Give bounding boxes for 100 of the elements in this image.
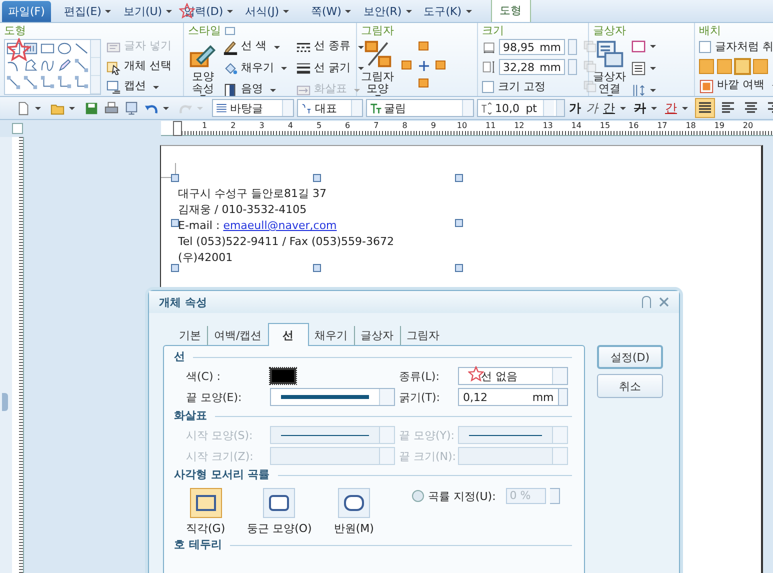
dialog-tab[interactable]: 기본 — [173, 326, 207, 345]
selection-handle[interactable] — [455, 219, 463, 227]
wrap-option-icon[interactable] — [717, 58, 732, 74]
new-document-icon[interactable] — [16, 100, 31, 116]
ribbon-button[interactable]: 캡션 — [124, 79, 146, 95]
connector-icon[interactable] — [6, 75, 21, 90]
menu-item[interactable]: 보기(U) — [122, 2, 178, 20]
corner-option-button[interactable] — [190, 488, 222, 518]
wrap-option-icon[interactable] — [699, 58, 714, 74]
menu-item[interactable]: 도구(K) — [422, 2, 476, 20]
dropdown[interactable]: 바탕글 — [212, 99, 294, 117]
menu-item[interactable]: 파일(F) — [2, 0, 51, 22]
ribbon-button[interactable]: 글상자 — [593, 71, 626, 83]
connector-icon[interactable] — [74, 58, 89, 73]
font-color-button[interactable]: 간 — [664, 100, 678, 116]
dialog-button[interactable]: 취소 — [597, 374, 663, 398]
ribbon-button[interactable]: 그림자 — [361, 71, 394, 83]
justify-align-button[interactable] — [695, 98, 715, 118]
text-lines-icon[interactable] — [631, 61, 646, 76]
ribbon-button[interactable]: 채우기 — [241, 60, 274, 76]
ribbon-tab[interactable]: 도형 — [490, 0, 530, 22]
selection-handle[interactable] — [455, 264, 463, 272]
number-field[interactable]: 0,12 mm — [458, 388, 559, 406]
caret-icon — [281, 67, 287, 70]
save-icon[interactable] — [84, 100, 99, 116]
field-label: 종류(L): — [399, 368, 440, 384]
border-icon[interactable] — [631, 39, 646, 54]
color-swatch[interactable] — [270, 368, 296, 384]
curve-icon[interactable] — [40, 58, 55, 73]
elbow-connector-icon[interactable] — [40, 75, 55, 90]
ribbon-button[interactable]: 개체 선택 — [124, 59, 172, 75]
selection-handle[interactable] — [455, 174, 463, 182]
selection-handle[interactable] — [313, 264, 321, 272]
font-size-field[interactable]: 10,0 pt — [477, 99, 565, 117]
ellipse-icon[interactable] — [57, 41, 72, 56]
selection-handle[interactable] — [171, 219, 179, 227]
ribbon-button[interactable]: 음영 — [241, 82, 263, 96]
ribbon-button[interactable]: 바깥 여백 — [717, 78, 764, 94]
ribbon-button[interactable]: 모양 — [366, 83, 388, 95]
corner-option-button[interactable] — [338, 488, 370, 518]
elbow-connector-icon[interactable] — [74, 75, 89, 90]
wrap-option-icon[interactable] — [753, 58, 768, 74]
dropdown[interactable]: 굴림 — [366, 99, 474, 117]
field-label: 시작 크기(Z): — [186, 448, 254, 464]
bold-button[interactable]: 가 — [568, 100, 582, 116]
dialog-button[interactable]: 설정(D) — [597, 345, 663, 369]
elbow-connector-icon[interactable] — [57, 75, 72, 90]
dropdown[interactable]: 대표 — [297, 99, 363, 117]
menu-item[interactable]: 서식(J) — [244, 2, 294, 20]
monitor-icon[interactable] — [124, 100, 139, 116]
selection-handle[interactable] — [313, 174, 321, 182]
spin-buttons[interactable] — [568, 39, 577, 55]
corner-option-button[interactable] — [263, 488, 296, 518]
ruler-number: 15 — [600, 121, 610, 130]
line-style-dropdown[interactable] — [270, 426, 395, 444]
ribbon-button[interactable]: 선 종류 — [314, 39, 350, 55]
caret-icon — [69, 106, 75, 110]
selection-handle[interactable] — [171, 264, 179, 272]
line-style-dropdown[interactable] — [270, 388, 395, 406]
checkbox[interactable] — [699, 40, 711, 52]
number-field[interactable]: 98,95 mm — [499, 39, 565, 55]
printer-icon[interactable] — [104, 100, 119, 116]
dialog-launcher-icon[interactable] — [225, 26, 235, 34]
italic-button[interactable]: 가 — [585, 100, 599, 116]
menu-item[interactable]: 쪽(W) — [310, 2, 356, 20]
spin-buttons[interactable] — [568, 59, 577, 75]
ribbon-button[interactable]: 선 굵기 — [314, 60, 350, 76]
menu-item[interactable]: 편집(E) — [62, 2, 116, 20]
dialog-tab[interactable]: 채우기 — [308, 326, 354, 345]
ruler-toggle-button[interactable] — [12, 123, 23, 134]
star-icon — [7, 38, 31, 62]
caret-icon — [650, 67, 656, 70]
height-icon — [482, 60, 496, 74]
dialog-tab[interactable]: 선 — [268, 323, 309, 346]
wrap-option-icon[interactable] — [735, 58, 750, 74]
menu-item[interactable]: 보안(R) — [362, 2, 417, 20]
close-icon[interactable] — [659, 297, 669, 307]
spin-buttons[interactable] — [550, 488, 560, 504]
strikethrough-button[interactable]: 가 — [633, 100, 647, 116]
number-field[interactable]: 32,28 mm — [499, 59, 565, 75]
dropdown[interactable]: 선 없음 — [458, 367, 568, 385]
underline-button[interactable]: 간 — [602, 100, 616, 116]
help-icon[interactable] — [642, 296, 651, 308]
side-panel-handle[interactable] — [2, 393, 8, 411]
spacing-icon[interactable] — [631, 83, 646, 96]
ribbon-button[interactable]: 선 색 — [241, 39, 266, 55]
caret-icon — [153, 86, 159, 88]
line-icon[interactable] — [74, 41, 89, 56]
ribbon-button[interactable]: 모양 — [192, 71, 214, 83]
rectangle-icon[interactable] — [40, 41, 55, 56]
selection-handle[interactable] — [171, 174, 179, 182]
polygon-icon[interactable] — [23, 58, 38, 73]
pencil-icon[interactable] — [57, 58, 72, 73]
ribbon-button[interactable]: 연결 — [598, 83, 620, 95]
checkbox[interactable] — [482, 80, 494, 92]
line-style-dropdown[interactable] — [458, 426, 568, 444]
ribbon-button[interactable]: 속성 — [192, 83, 214, 95]
email-link[interactable]: emaeull@naver,com — [223, 219, 337, 232]
section-title: 선 — [174, 350, 185, 364]
connector-icon[interactable] — [23, 75, 38, 90]
